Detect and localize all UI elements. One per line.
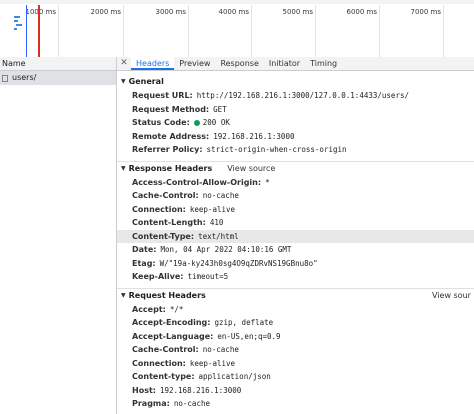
dom-content-loaded-marker: [26, 5, 27, 57]
timeline-tick: 7000 ms: [410, 5, 444, 57]
tab-timing[interactable]: Timing: [305, 57, 342, 70]
timeline-tick: 2000 ms: [90, 5, 124, 57]
header-row: Cache-Control: no-cache: [132, 345, 239, 354]
timeline-tick: 6000 ms: [346, 5, 380, 57]
view-source-link[interactable]: View sour: [432, 289, 471, 303]
tab-initiator[interactable]: Initiator: [264, 57, 305, 70]
header-row: Accept: */*: [132, 304, 184, 314]
document-icon: [2, 74, 8, 82]
request-row-users[interactable]: users/: [0, 71, 116, 85]
close-icon[interactable]: ✕: [117, 57, 131, 70]
header-row: Request Method: GET: [132, 104, 227, 114]
tick-label: 3000 ms: [155, 8, 186, 16]
header-row: Host: 192.168.216.1:3000: [132, 385, 242, 395]
request-headers-section-header[interactable]: ▼ Request Headers View sour: [117, 287, 474, 303]
header-row: Access-Control-Allow-Origin: *: [132, 177, 270, 187]
request-details-pane: ✕ Headers Preview Response Initiator Tim…: [117, 57, 474, 414]
tick-label: 5000 ms: [282, 8, 313, 16]
tick-label: 2000 ms: [90, 8, 121, 16]
header-row: Remote Address: 192.168.216.1:3000: [132, 131, 295, 141]
section-title: Response Headers: [128, 163, 213, 173]
expand-triangle-icon: ▼: [121, 291, 126, 299]
section-title: General: [128, 77, 164, 86]
expand-triangle-icon: ▼: [121, 78, 126, 85]
header-row: Etag: W/"19a-ky243h0sg4O9qZDRvNS19GBnu8o": [132, 258, 318, 268]
overview-top-strip: [0, 0, 474, 4]
request-name: users/: [12, 73, 37, 82]
header-row: Content-type: application/json: [132, 372, 271, 381]
header-row: Keep-Alive: timeout=5: [132, 272, 229, 281]
header-row: Accept-Encoding: gzip, deflate: [132, 318, 274, 327]
general-section-header[interactable]: ▼ General: [117, 75, 474, 89]
header-row: Cache-Control: no-cache: [132, 191, 239, 200]
tick-label: 4000 ms: [218, 8, 249, 16]
header-row: Content-Length: 410: [132, 218, 224, 227]
tab-headers[interactable]: Headers: [131, 57, 175, 70]
view-source-link[interactable]: View source: [227, 162, 275, 176]
details-tabbar: ✕ Headers Preview Response Initiator Tim…: [117, 57, 474, 71]
tick-label: 1000 ms: [25, 8, 56, 16]
header-row: Request URL: http://192.168.216.1:3000/12…: [132, 91, 409, 100]
header-row: Connection: keep-alive: [132, 358, 236, 368]
expand-triangle-icon: ▼: [121, 164, 126, 172]
tab-response[interactable]: Response: [215, 57, 263, 70]
tick-label: 7000 ms: [410, 8, 441, 16]
section-title: Request Headers: [128, 290, 206, 300]
header-row: Pragma: no-cache: [132, 399, 210, 408]
network-overview-timeline[interactable]: 1000 ms 2000 ms 3000 ms 4000 ms 5000 ms …: [0, 0, 474, 58]
response-headers-section-header[interactable]: ▼ Response Headers View source: [117, 160, 474, 176]
load-event-marker: [38, 5, 40, 57]
header-row: Status Code: 200 OK: [132, 118, 230, 127]
timeline-tick: 4000 ms: [218, 5, 252, 57]
request-list: Name users/: [0, 57, 117, 414]
timeline-tick: 3000 ms: [155, 5, 189, 57]
header-row-highlighted: Content-Type: text/html: [117, 229, 474, 243]
status-ok-icon: [193, 119, 200, 126]
header-row: Accept-Language: en-US,en;q=0.9: [132, 331, 281, 341]
header-row: Date: Mon, 04 Apr 2022 04:10:16 GMT: [132, 245, 292, 254]
tick-label: 6000 ms: [346, 8, 377, 16]
timeline-tick: 5000 ms: [282, 5, 316, 57]
header-row: Connection: keep-alive: [132, 204, 236, 214]
timeline-tick: 1000 ms: [25, 5, 59, 57]
header-row: Referrer Policy: strict-origin-when-cross…: [132, 145, 347, 154]
tab-preview[interactable]: Preview: [174, 57, 215, 70]
name-column-header[interactable]: Name: [0, 57, 116, 71]
